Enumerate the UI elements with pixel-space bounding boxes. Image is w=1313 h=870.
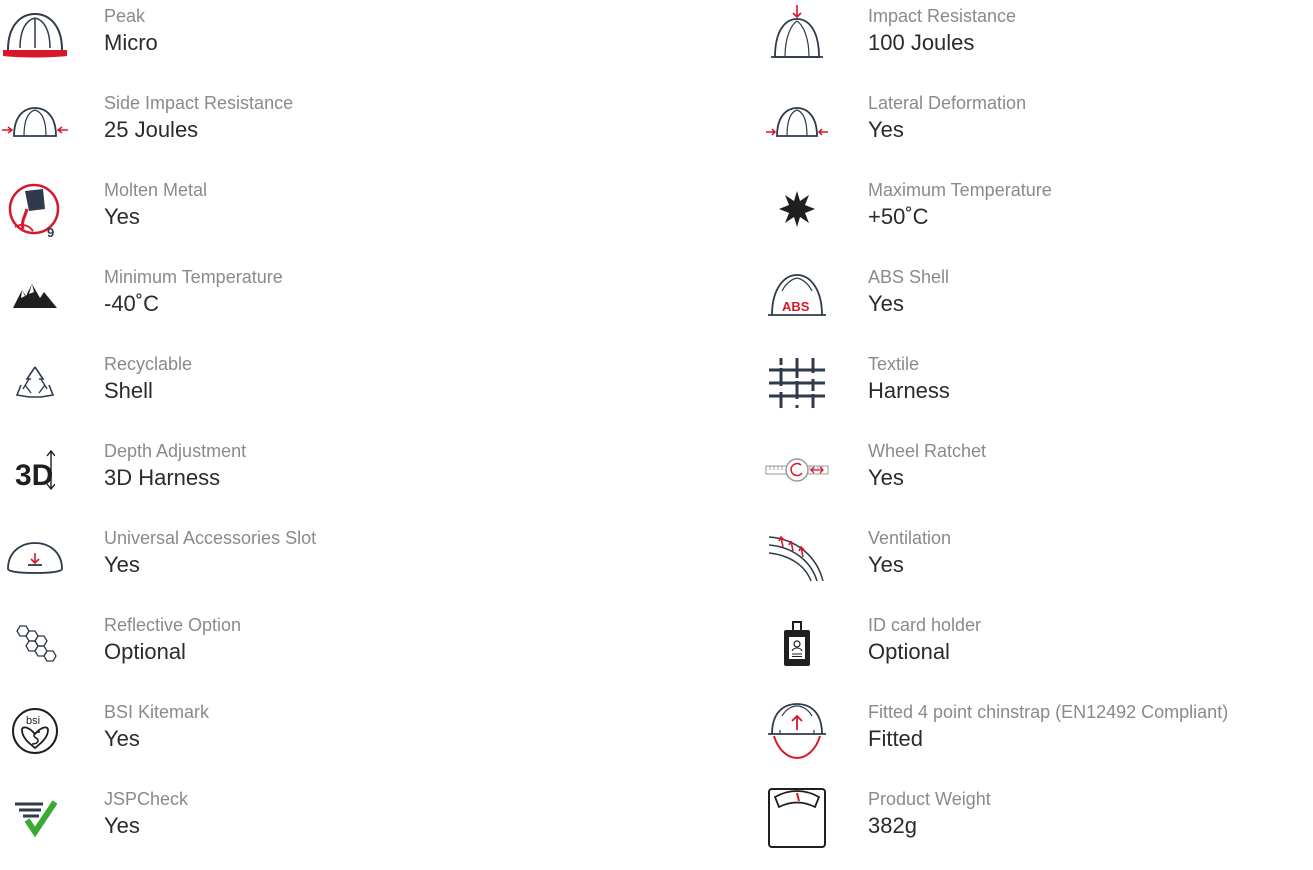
feature-value: Yes <box>104 726 140 751</box>
bsi-kitemark-icon: bsi <box>0 696 70 766</box>
feature-value: Yes <box>104 813 140 838</box>
feature-grid: Peak Micro Side Impact Resistance 25 Jou… <box>0 0 1313 848</box>
feature-value: Micro <box>104 30 158 55</box>
abs-text: ABS <box>782 299 810 314</box>
feature-bsi-kitemark: bsi BSI Kitemark Yes <box>0 696 640 783</box>
feature-reflective-option: Reflective Option Optional <box>0 609 640 696</box>
ventilation-icon <box>765 522 829 592</box>
feature-product-weight: Product Weight 382g <box>765 783 1313 870</box>
feature-value: 25 Joules <box>104 117 199 142</box>
feature-recyclable: Recyclable Shell <box>0 348 640 435</box>
feature-label: Recyclable <box>104 354 193 374</box>
lateral-deformation-icon <box>765 87 829 157</box>
feature-value: 3D Harness <box>104 465 221 490</box>
feature-jspcheck: JSPCheck Yes <box>0 783 640 870</box>
feature-value: Yes <box>868 291 904 316</box>
textile-weave-icon <box>765 348 829 418</box>
feature-label: Universal Accessories Slot <box>104 528 317 548</box>
feature-label: BSI Kitemark <box>104 702 210 722</box>
feature-peak: Peak Micro <box>0 0 640 87</box>
feature-value: Optional <box>868 639 950 664</box>
feature-label: Fitted 4 point chinstrap (EN12492 Compli… <box>868 702 1229 722</box>
feature-depth-adjustment: 3D Depth Adjustment 3D Harness <box>0 435 640 522</box>
feature-label: Lateral Deformation <box>868 93 1027 113</box>
feature-chinstrap: Fitted 4 point chinstrap (EN12492 Compli… <box>765 696 1313 783</box>
feature-label: Peak <box>104 6 146 26</box>
feature-maximum-temperature: Maximum Temperature +50˚C <box>765 174 1313 261</box>
recycle-icon <box>0 348 70 418</box>
impact-resistance-icon <box>765 0 829 70</box>
feature-label: Reflective Option <box>104 615 242 635</box>
feature-label: Depth Adjustment <box>104 441 247 461</box>
3d-depth-icon-text: 3D <box>15 459 53 492</box>
feature-value: Yes <box>868 117 904 142</box>
feature-value: 100 Joules <box>868 30 975 55</box>
feature-value: 382g <box>868 813 917 838</box>
feature-id-card-holder: ID card holder Optional <box>765 609 1313 696</box>
hexagon-reflective-icon <box>0 609 70 679</box>
3d-depth-icon: 3D <box>0 435 70 505</box>
feature-value: -40˚C <box>104 291 160 316</box>
sun-icon <box>765 174 829 244</box>
feature-value: Yes <box>104 204 140 229</box>
feature-value: Yes <box>104 552 140 577</box>
helmet-peak-icon <box>0 0 70 70</box>
wheel-ratchet-icon <box>765 435 829 505</box>
feature-label: Minimum Temperature <box>104 267 283 287</box>
feature-label: Molten Metal <box>104 180 208 200</box>
bsi-text: bsi <box>26 715 40 727</box>
feature-label: Product Weight <box>868 789 991 809</box>
feature-label: Textile <box>868 354 920 374</box>
feature-value: Shell <box>104 378 153 403</box>
mountains-icon <box>0 261 70 331</box>
feature-minimum-temperature: Minimum Temperature -40˚C <box>0 261 640 348</box>
feature-universal-accessories-slot: Universal Accessories Slot Yes <box>0 522 640 609</box>
accessory-slot-icon <box>0 522 70 592</box>
feature-label: ABS Shell <box>868 267 950 287</box>
features-left-column: Peak Micro Side Impact Resistance 25 Jou… <box>0 0 640 870</box>
feature-value: Yes <box>868 552 904 577</box>
feature-value: +50˚C <box>868 204 929 229</box>
feature-wheel-ratchet: Wheel Ratchet Yes <box>765 435 1313 522</box>
feature-value: Optional <box>104 639 186 664</box>
feature-label: Wheel Ratchet <box>868 441 987 461</box>
feature-impact-resistance: Impact Resistance 100 Joules <box>765 0 1313 87</box>
feature-value: Harness <box>868 378 950 403</box>
feature-label: ID card holder <box>868 615 982 635</box>
feature-textile: Textile Harness <box>765 348 1313 435</box>
feature-value: Yes <box>868 465 904 490</box>
molten-metal-icon: 9 <box>0 174 70 244</box>
feature-ventilation: Ventilation Yes <box>765 522 1313 609</box>
abs-shell-icon: ABS <box>765 261 829 331</box>
molten-metal-icon-digit: 9 <box>47 225 54 239</box>
side-impact-icon <box>0 87 70 157</box>
feature-label: JSPCheck <box>104 789 189 809</box>
chinstrap-icon <box>765 696 829 766</box>
id-card-holder-icon <box>765 609 829 679</box>
feature-molten-metal: 9 Molten Metal Yes <box>0 174 640 261</box>
feature-label: Ventilation <box>868 528 952 548</box>
feature-label: Maximum Temperature <box>868 180 1052 200</box>
feature-label: Side Impact Resistance <box>104 93 294 113</box>
feature-label: Impact Resistance <box>868 6 1017 26</box>
feature-side-impact: Side Impact Resistance 25 Joules <box>0 87 640 174</box>
features-right-column: Impact Resistance 100 Joules Lateral Def… <box>765 0 1313 870</box>
feature-lateral-deformation: Lateral Deformation Yes <box>765 87 1313 174</box>
feature-abs-shell: ABS ABS Shell Yes <box>765 261 1313 348</box>
feature-value: Fitted <box>868 726 924 751</box>
